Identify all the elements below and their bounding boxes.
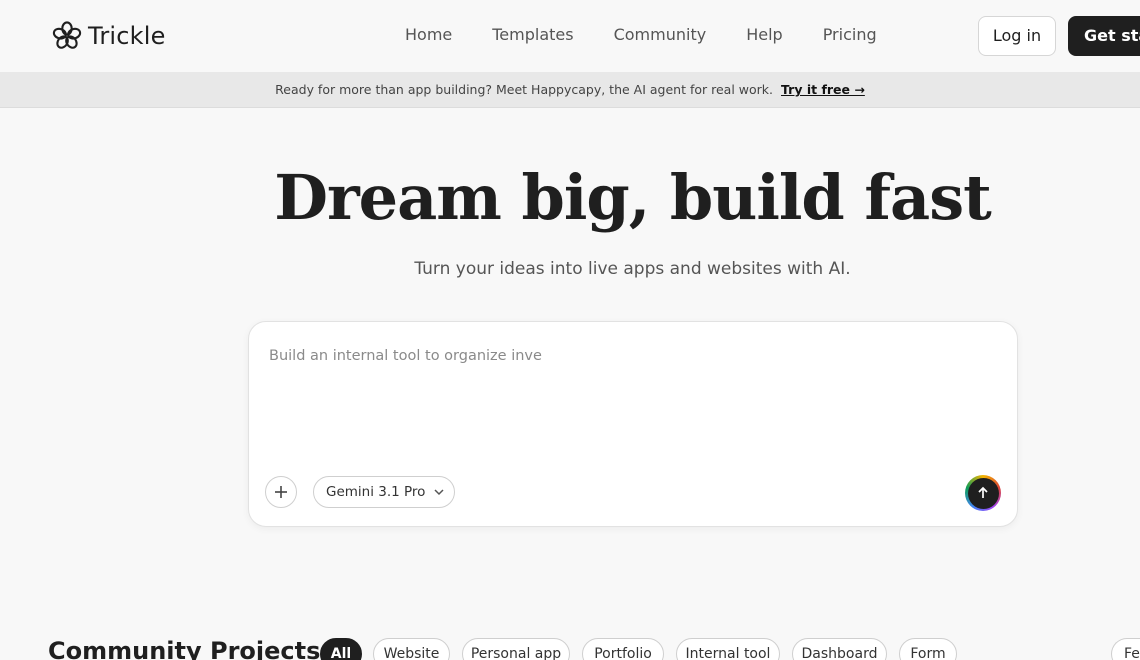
- prompt-input[interactable]: [269, 344, 969, 368]
- filter-chip-form[interactable]: Form: [899, 638, 957, 660]
- filter-chip-website[interactable]: Website: [373, 638, 450, 660]
- flower-logo-icon: [52, 21, 82, 49]
- promo-banner: Ready for more than app building? Meet H…: [0, 72, 1140, 108]
- hero-subtitle: Turn your ideas into live apps and websi…: [414, 259, 851, 279]
- brand-logo[interactable]: Trickle: [52, 19, 166, 53]
- filter-chip-dashboard[interactable]: Dashboard: [792, 638, 887, 660]
- nav-help[interactable]: Help: [746, 24, 782, 46]
- add-attachment-button[interactable]: [265, 476, 297, 508]
- prompt-box: Gemini 3.1 Pro: [248, 321, 1018, 527]
- model-select-label: Gemini 3.1 Pro: [326, 484, 426, 500]
- nav-community[interactable]: Community: [614, 24, 707, 46]
- community-filters: All Website Personal app Portfolio Inter…: [320, 638, 1140, 660]
- community-title: Community Projects: [48, 637, 321, 660]
- chevron-down-icon: [433, 486, 445, 498]
- banner-text: Ready for more than app building? Meet H…: [275, 82, 774, 97]
- send-button[interactable]: [965, 475, 1001, 511]
- filter-chip-portfolio[interactable]: Portfolio: [582, 638, 664, 660]
- login-button[interactable]: Log in: [978, 16, 1056, 56]
- filter-chip-personal-app[interactable]: Personal app: [462, 638, 570, 660]
- filter-chip-internal-tool[interactable]: Internal tool: [676, 638, 780, 660]
- site-header: Trickle Home Templates Community Help Pr…: [0, 0, 1140, 72]
- main-nav: Home Templates Community Help Pricing: [405, 24, 877, 46]
- nav-templates[interactable]: Templates: [492, 24, 573, 46]
- get-started-button[interactable]: Get star: [1068, 16, 1140, 56]
- filter-chip-all[interactable]: All: [320, 638, 362, 660]
- nav-home[interactable]: Home: [405, 24, 452, 46]
- hero-title: Dream big, build fast: [274, 161, 992, 234]
- banner-try-link[interactable]: Try it free →: [781, 82, 865, 97]
- model-select[interactable]: Gemini 3.1 Pro: [313, 476, 455, 508]
- nav-pricing[interactable]: Pricing: [823, 24, 877, 46]
- arrow-up-icon: [978, 486, 988, 498]
- brand-name: Trickle: [88, 22, 166, 50]
- filter-chip-featured[interactable]: Fea: [1111, 638, 1140, 660]
- plus-icon: [275, 486, 287, 498]
